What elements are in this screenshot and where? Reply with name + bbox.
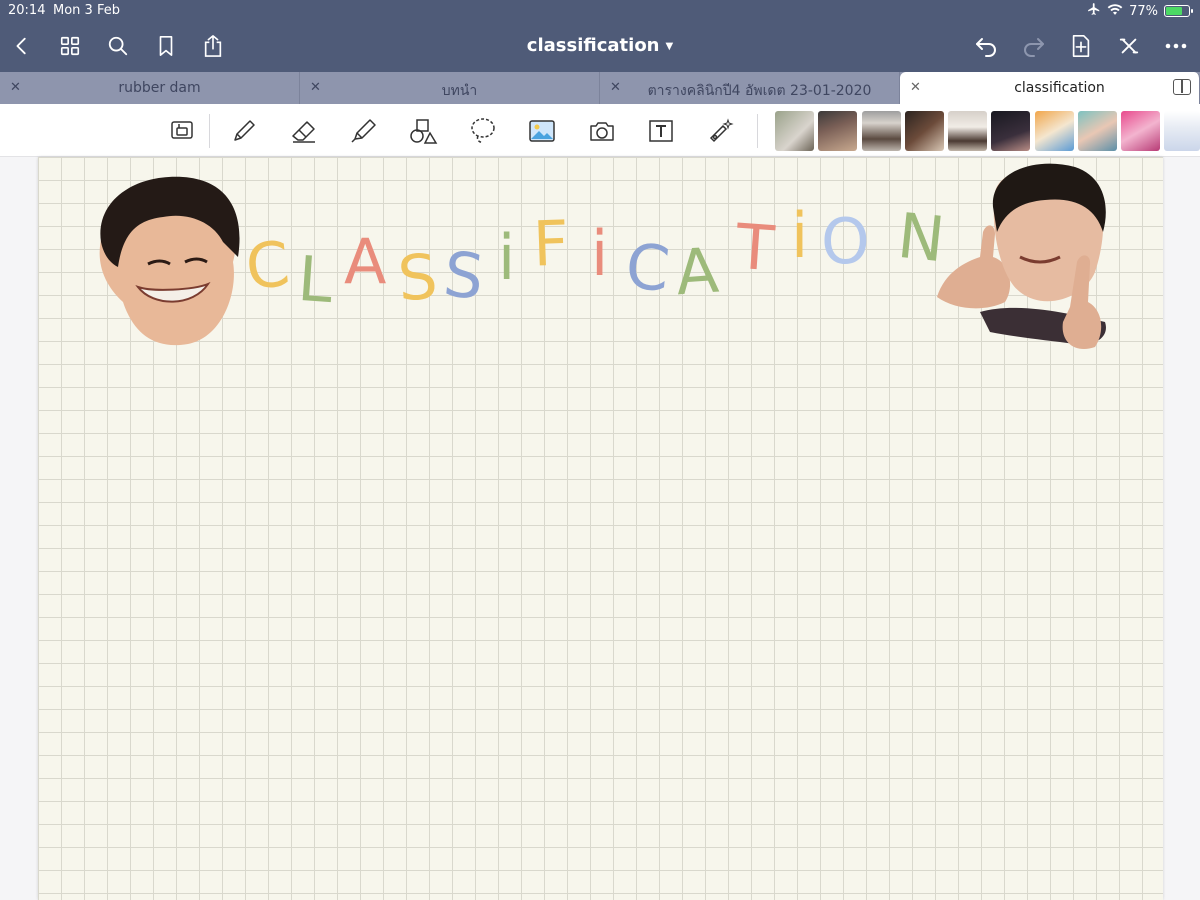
status-bar: 20:14 Mon 3 Feb 77% — [0, 0, 1200, 22]
eraser-icon[interactable] — [288, 116, 320, 146]
highlighter-icon[interactable] — [348, 116, 380, 146]
notebook-page[interactable]: CLASSiFiCATiON — [38, 157, 1163, 900]
heading-letter: i — [591, 217, 609, 290]
top-bar: 20:14 Mon 3 Feb 77% classification ▼ — [0, 0, 1200, 72]
split-view-icon[interactable] — [1173, 79, 1191, 95]
recent-image-thumbnail[interactable] — [862, 111, 901, 151]
document-title-text: classification — [526, 35, 660, 56]
nav-bar: classification ▼ — [0, 22, 1200, 72]
heading-letter: S — [440, 237, 488, 314]
text-icon[interactable] — [645, 116, 677, 146]
shapes-icon[interactable] — [407, 116, 439, 146]
recent-image-thumbnail[interactable] — [1164, 111, 1200, 151]
heading-letter: C — [242, 226, 293, 305]
recent-image-thumbnail[interactable] — [1078, 111, 1117, 151]
heading-letter: A — [344, 225, 387, 298]
lasso-icon[interactable] — [467, 116, 499, 146]
heading-letter: i — [498, 221, 516, 294]
tab-rubber-dam[interactable]: ✕ rubber dam — [0, 72, 300, 104]
toolbar-divider — [757, 114, 758, 148]
battery-icon — [1164, 5, 1193, 17]
zoom-window-icon[interactable] — [166, 116, 198, 146]
heading-letter: L — [295, 241, 336, 318]
status-date: Mon 3 Feb — [53, 3, 120, 18]
status-right: 77% — [1087, 2, 1193, 20]
redo-icon[interactable] — [1020, 32, 1048, 60]
heading-letter: F — [531, 206, 570, 281]
classification-heading[interactable]: CLASSiFiCATiON — [242, 197, 1016, 318]
tab-bar: ✕ rubber dam ✕ บทนำ ✕ ตารางคลินิกปี4 อัพ… — [0, 72, 1200, 104]
heading-letter: C — [622, 228, 674, 307]
tab-close-icon[interactable]: ✕ — [10, 80, 21, 95]
status-time: 20:14 — [8, 3, 46, 18]
battery-percent: 77% — [1129, 3, 1158, 19]
recent-image-thumbnail[interactable] — [905, 111, 944, 151]
close-icon[interactable] — [1115, 32, 1143, 60]
tool-bar — [0, 104, 1200, 157]
recent-image-thumbnail[interactable] — [775, 111, 814, 151]
tab-introduction[interactable]: ✕ บทนำ — [300, 72, 600, 104]
heading-letter: A — [673, 233, 721, 310]
camera-icon[interactable] — [586, 116, 618, 146]
tab-clinic-schedule[interactable]: ✕ ตารางคลินิกปี4 อัพเดต 23-01-2020 — [600, 72, 900, 104]
image-icon[interactable] — [526, 116, 558, 146]
battery-fill — [1166, 7, 1182, 15]
tab-label: classification — [1014, 80, 1105, 96]
pen-icon[interactable] — [228, 116, 260, 146]
tab-label: ตารางคลินิกปี4 อัพเดต 23-01-2020 — [647, 83, 872, 99]
recent-image-thumbnail[interactable] — [991, 111, 1030, 151]
recent-image-thumbnail[interactable] — [948, 111, 987, 151]
tab-close-icon[interactable]: ✕ — [310, 80, 321, 95]
wifi-icon — [1107, 3, 1123, 20]
tab-classification[interactable]: ✕ classification — [900, 72, 1200, 104]
recent-image-thumbnail[interactable] — [818, 111, 857, 151]
thumbs-up-sticker-right[interactable] — [935, 162, 1130, 357]
tab-close-icon[interactable]: ✕ — [610, 80, 621, 95]
tab-label: บทนำ — [441, 83, 478, 99]
recent-image-thumbnail[interactable] — [1121, 111, 1160, 151]
more-icon[interactable] — [1162, 32, 1190, 60]
heading-letter: i — [791, 199, 809, 272]
heading-letter: T — [733, 209, 777, 286]
chevron-down-icon: ▼ — [665, 40, 674, 52]
toolbar-divider — [209, 114, 210, 148]
heading-letter: O — [821, 205, 870, 278]
laser-pointer-icon[interactable] — [705, 116, 737, 146]
add-page-icon[interactable] — [1067, 32, 1095, 60]
airplane-icon — [1087, 2, 1101, 20]
face-sticker-left[interactable] — [93, 172, 243, 352]
heading-letter: S — [395, 239, 440, 316]
undo-icon[interactable] — [972, 32, 1000, 60]
tab-label: rubber dam — [118, 80, 201, 96]
recent-image-thumbnail[interactable] — [1035, 111, 1074, 151]
tab-close-icon[interactable]: ✕ — [910, 80, 921, 95]
